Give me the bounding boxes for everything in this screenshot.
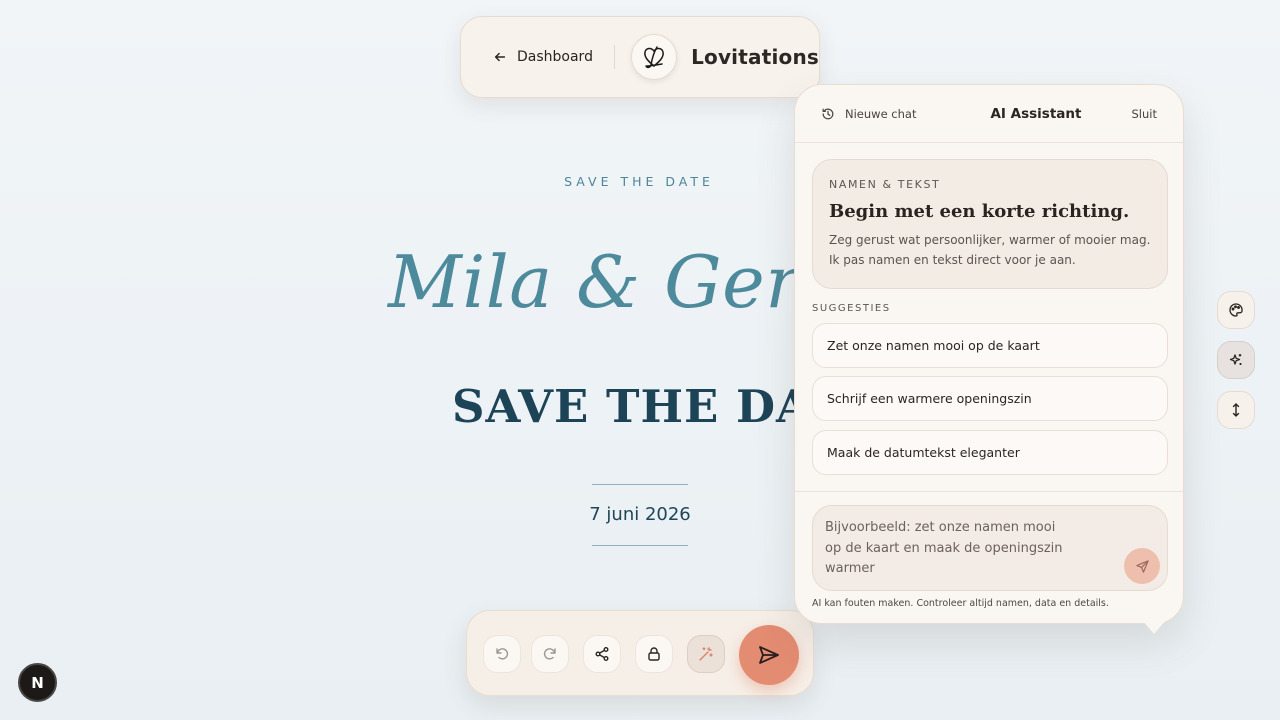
suggestion-chip[interactable]: Zet onze namen mooi op de kaart	[812, 323, 1168, 368]
palette-icon	[1229, 303, 1243, 317]
send-invitation-button[interactable]	[739, 625, 799, 685]
top-header: Dashboard Lovitations	[460, 16, 820, 98]
undo-icon	[496, 648, 509, 660]
heart-signature-icon	[631, 34, 678, 80]
new-chat-label: Nieuwe chat	[845, 106, 917, 121]
ai-assistant-panel: Nieuwe chat AI Assistant Sluit NAMEN & T…	[794, 84, 1184, 624]
composer-divider	[795, 491, 1183, 492]
bottom-toolbar	[466, 610, 814, 696]
magic-wand-icon	[699, 647, 713, 661]
sparkles-icon	[1229, 354, 1242, 365]
chat-input[interactable]	[825, 518, 1075, 584]
ai-assistant-toggle[interactable]	[1217, 341, 1255, 379]
invitation-headline: SAVE THE DAT	[452, 380, 844, 433]
arrow-left-icon	[494, 52, 506, 62]
brand[interactable]: Lovitations	[615, 34, 819, 80]
suggestion-chip[interactable]: Maak de datumtekst eleganter	[812, 430, 1168, 475]
chat-composer	[812, 505, 1168, 591]
share-button[interactable]	[583, 635, 621, 673]
close-panel-button[interactable]: Sluit	[1131, 107, 1157, 121]
dashboard-back-link[interactable]: Dashboard	[461, 49, 614, 65]
intro-card: NAMEN & TEKST Begin met een korte richti…	[812, 159, 1168, 289]
vertical-resize-icon	[1232, 403, 1240, 417]
lock-button[interactable]	[635, 635, 673, 673]
suggestion-chip[interactable]: Schrijf een warmere openingszin	[812, 376, 1168, 421]
intro-body: Zeg gerust wat persoonlijker, warmer of …	[829, 233, 1151, 267]
undo-button[interactable]	[483, 635, 521, 673]
panel-pointer	[1142, 620, 1166, 634]
ai-disclaimer: AI kan fouten maken. Controleer altijd n…	[812, 598, 1109, 609]
brand-name: Lovitations	[691, 45, 819, 69]
intro-heading: Begin met een korte richting.	[829, 201, 1130, 222]
redo-icon	[543, 648, 556, 660]
date-rule-top	[592, 484, 688, 485]
send-icon	[1135, 559, 1149, 573]
intro-eyebrow: NAMEN & TEKST	[829, 178, 941, 191]
resize-button[interactable]	[1217, 391, 1255, 429]
share-icon	[595, 647, 609, 661]
chat-send-button[interactable]	[1124, 548, 1160, 584]
dev-badge[interactable]: N	[18, 663, 57, 702]
send-icon	[759, 646, 779, 664]
invitation-names: Mila & Gertj	[388, 240, 853, 324]
history-icon	[822, 108, 834, 119]
redo-button[interactable]	[531, 635, 569, 673]
dashboard-back-label: Dashboard	[517, 49, 593, 65]
ai-panel-title: AI Assistant	[990, 105, 1082, 122]
new-chat-button[interactable]: Nieuwe chat	[821, 107, 916, 121]
date-rule-bottom	[592, 545, 688, 546]
suggestions-label: SUGGESTIES	[812, 303, 891, 314]
lock-icon	[648, 647, 660, 661]
palette-button[interactable]	[1217, 291, 1255, 329]
ai-panel-header: Nieuwe chat AI Assistant Sluit	[795, 85, 1183, 143]
ai-magic-button[interactable]	[687, 635, 725, 673]
